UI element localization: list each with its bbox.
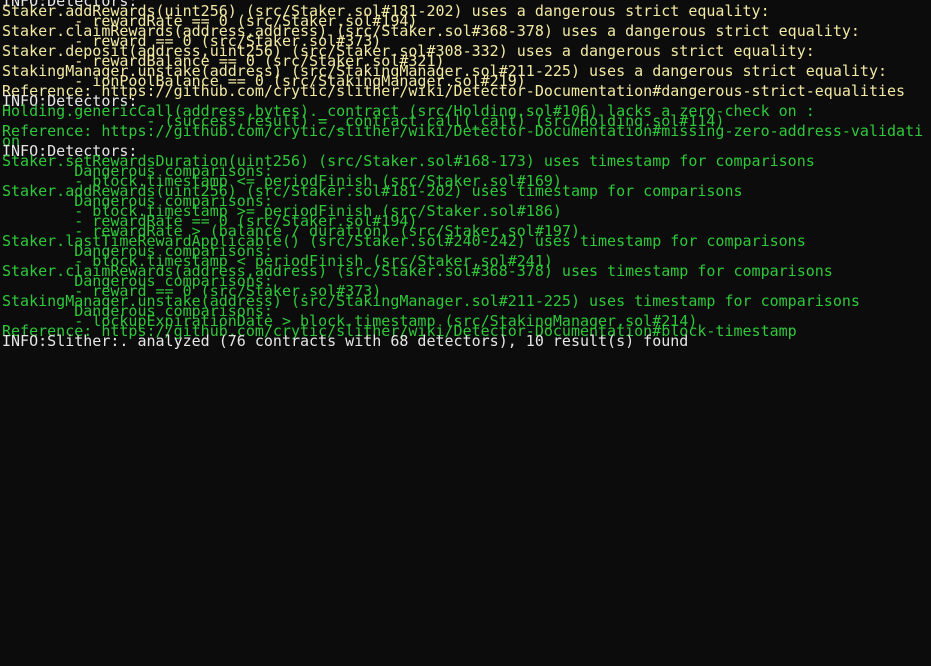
reference-link-line[interactable]: Reference: https://github.com/crytic/sli…: [2, 122, 931, 141]
terminal-output[interactable]: INFO:Detectors: Staker.addRewards(uint25…: [0, 0, 931, 666]
reference-link-line[interactable]: Reference: https://github.com/crytic/sli…: [2, 82, 931, 101]
